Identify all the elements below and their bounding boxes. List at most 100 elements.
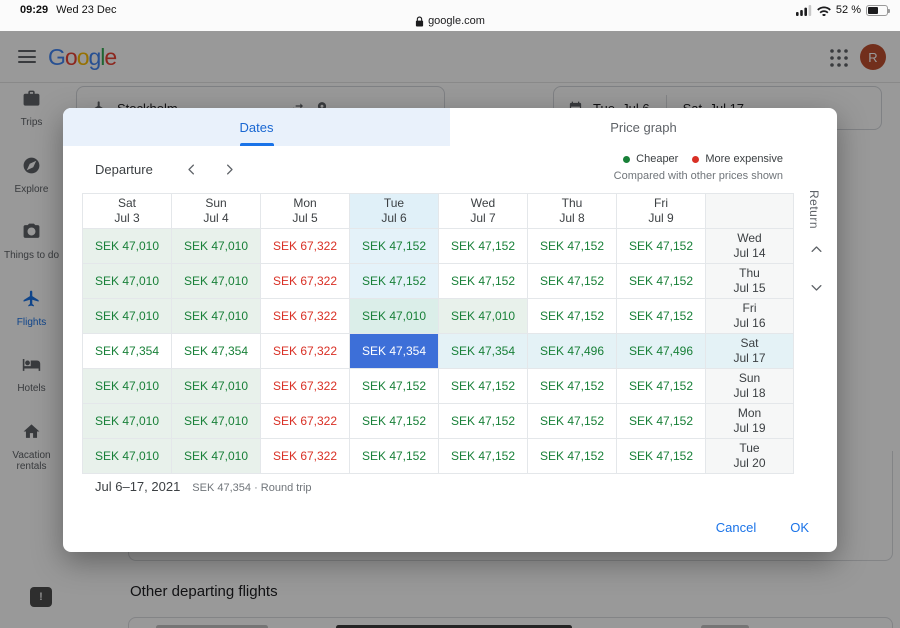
prev-week-button[interactable] xyxy=(179,157,205,183)
price-cell[interactable]: SEK 47,010 xyxy=(172,439,261,474)
legend-note: Compared with other prices shown xyxy=(614,170,783,182)
price-cell[interactable]: SEK 67,322 xyxy=(261,334,350,369)
date-price-dialog: Dates Price graph Departure Cheaper More… xyxy=(63,108,837,552)
price-cell[interactable]: SEK 47,010 xyxy=(439,299,528,334)
departure-column-header: WedJul 7 xyxy=(439,194,528,229)
price-cell[interactable]: SEK 47,354 xyxy=(439,334,528,369)
grid-corner-cell xyxy=(706,194,794,229)
tab-dates[interactable]: Dates xyxy=(63,108,450,146)
price-cell[interactable]: SEK 47,152 xyxy=(617,229,706,264)
price-cell[interactable]: SEK 47,152 xyxy=(617,369,706,404)
price-grid: SatJul 3SunJul 4MonJul 5TueJul 6WedJul 7… xyxy=(82,193,794,474)
price-cell[interactable]: SEK 47,152 xyxy=(617,439,706,474)
price-cell[interactable]: SEK 47,496 xyxy=(528,334,617,369)
price-cell[interactable]: SEK 47,152 xyxy=(439,439,528,474)
price-cell[interactable]: SEK 67,322 xyxy=(261,264,350,299)
price-cell[interactable]: SEK 47,152 xyxy=(617,299,706,334)
price-cell[interactable]: SEK 47,010 xyxy=(172,299,261,334)
cancel-button[interactable]: Cancel xyxy=(716,520,756,535)
price-cell[interactable]: SEK 47,152 xyxy=(439,369,528,404)
return-date-label: FriJul 16 xyxy=(706,299,794,334)
price-cell[interactable]: SEK 67,322 xyxy=(261,439,350,474)
price-cell[interactable]: SEK 47,010 xyxy=(172,264,261,299)
departure-column-header: SatJul 3 xyxy=(83,194,172,229)
status-right: 52 % xyxy=(796,4,888,16)
price-cell[interactable]: SEK 47,152 xyxy=(528,264,617,299)
price-cell[interactable]: SEK 47,152 xyxy=(350,369,439,404)
selected-price: SEK 47,354 · Round trip xyxy=(192,482,311,494)
price-cell[interactable]: SEK 67,322 xyxy=(261,299,350,334)
active-tab-indicator xyxy=(240,143,274,146)
address-bar[interactable]: google.com xyxy=(0,15,900,27)
departure-label: Departure xyxy=(95,162,153,177)
price-cell[interactable]: SEK 47,152 xyxy=(439,229,528,264)
selection-summary: Jul 6–17, 2021 SEK 47,354 · Round trip xyxy=(95,479,312,494)
price-cell[interactable]: SEK 47,152 xyxy=(350,439,439,474)
price-cell[interactable]: SEK 47,152 xyxy=(617,264,706,299)
return-axis-label: Return xyxy=(807,190,821,229)
lock-icon xyxy=(415,16,424,27)
cheaper-label: Cheaper xyxy=(636,153,678,165)
return-date-label: SunJul 18 xyxy=(706,369,794,404)
dialog-actions: Cancel OK xyxy=(716,520,809,535)
price-cell[interactable]: SEK 47,496 xyxy=(617,334,706,369)
expensive-label: More expensive xyxy=(705,153,783,165)
price-cell[interactable]: SEK 47,152 xyxy=(528,439,617,474)
price-cell[interactable]: SEK 47,010 xyxy=(172,369,261,404)
price-cell[interactable]: SEK 47,010 xyxy=(172,404,261,439)
return-date-label: WedJul 14 xyxy=(706,229,794,264)
next-return-week-button[interactable] xyxy=(803,274,829,300)
departure-column-header: SunJul 4 xyxy=(172,194,261,229)
ok-button[interactable]: OK xyxy=(790,520,809,535)
dialog-tabs: Dates Price graph xyxy=(63,108,837,146)
return-date-label: TueJul 20 xyxy=(706,439,794,474)
price-cell[interactable]: SEK 47,010 xyxy=(83,264,172,299)
price-row: SEK 47,354SEK 47,354SEK 67,322SEK 47,354… xyxy=(83,334,794,369)
price-cell[interactable]: SEK 47,152 xyxy=(350,404,439,439)
departure-column-header: ThuJul 8 xyxy=(528,194,617,229)
price-cell[interactable]: SEK 47,152 xyxy=(439,404,528,439)
tab-price-graph[interactable]: Price graph xyxy=(450,108,837,146)
next-week-button[interactable] xyxy=(217,157,243,183)
departure-column-header: FriJul 9 xyxy=(617,194,706,229)
wifi-icon xyxy=(817,5,831,16)
price-row: SEK 47,010SEK 47,010SEK 67,322SEK 47,152… xyxy=(83,229,794,264)
price-cell[interactable]: SEK 47,152 xyxy=(350,229,439,264)
price-cell[interactable]: SEK 67,322 xyxy=(261,369,350,404)
price-cell[interactable]: SEK 47,010 xyxy=(83,404,172,439)
price-cell[interactable]: SEK 67,322 xyxy=(261,404,350,439)
price-cell[interactable]: SEK 47,010 xyxy=(350,299,439,334)
price-cell[interactable]: SEK 67,322 xyxy=(261,229,350,264)
price-cell[interactable]: SEK 47,152 xyxy=(350,264,439,299)
price-row: SEK 47,010SEK 47,010SEK 67,322SEK 47,010… xyxy=(83,299,794,334)
price-cell[interactable]: SEK 47,010 xyxy=(83,369,172,404)
prev-return-week-button[interactable] xyxy=(803,236,829,262)
price-cell[interactable]: SEK 47,152 xyxy=(617,404,706,439)
selected-dates: Jul 6–17, 2021 xyxy=(95,479,180,494)
price-cell[interactable]: SEK 47,354 xyxy=(83,334,172,369)
departure-column-header: TueJul 6 xyxy=(350,194,439,229)
price-cell[interactable]: SEK 47,152 xyxy=(528,404,617,439)
price-cell[interactable]: SEK 47,152 xyxy=(528,229,617,264)
selected-price-cell[interactable]: SEK 47,354 xyxy=(350,334,439,369)
price-cell[interactable]: SEK 47,152 xyxy=(439,264,528,299)
return-date-label: ThuJul 15 xyxy=(706,264,794,299)
departure-nav: Departure xyxy=(95,146,243,193)
ipad-screen: 09:29 Wed 23 Dec google.com 52 % Google … xyxy=(0,0,900,628)
price-row: SEK 47,010SEK 47,010SEK 67,322SEK 47,152… xyxy=(83,404,794,439)
price-cell[interactable]: SEK 47,010 xyxy=(172,229,261,264)
price-legend: Cheaper More expensive Compared with oth… xyxy=(614,153,783,182)
status-bar: 09:29 Wed 23 Dec google.com 52 % xyxy=(0,0,900,31)
price-cell[interactable]: SEK 47,152 xyxy=(528,369,617,404)
departure-column-header: MonJul 5 xyxy=(261,194,350,229)
price-row: SEK 47,010SEK 47,010SEK 67,322SEK 47,152… xyxy=(83,369,794,404)
price-cell[interactable]: SEK 47,010 xyxy=(83,229,172,264)
price-row: SEK 47,010SEK 47,010SEK 67,322SEK 47,152… xyxy=(83,439,794,474)
url-text: google.com xyxy=(428,15,485,27)
price-cell[interactable]: SEK 47,354 xyxy=(172,334,261,369)
legend-line: Cheaper More expensive xyxy=(623,153,783,165)
price-cell[interactable]: SEK 47,152 xyxy=(528,299,617,334)
price-cell[interactable]: SEK 47,010 xyxy=(83,299,172,334)
return-date-label: MonJul 19 xyxy=(706,404,794,439)
price-cell[interactable]: SEK 47,010 xyxy=(83,439,172,474)
